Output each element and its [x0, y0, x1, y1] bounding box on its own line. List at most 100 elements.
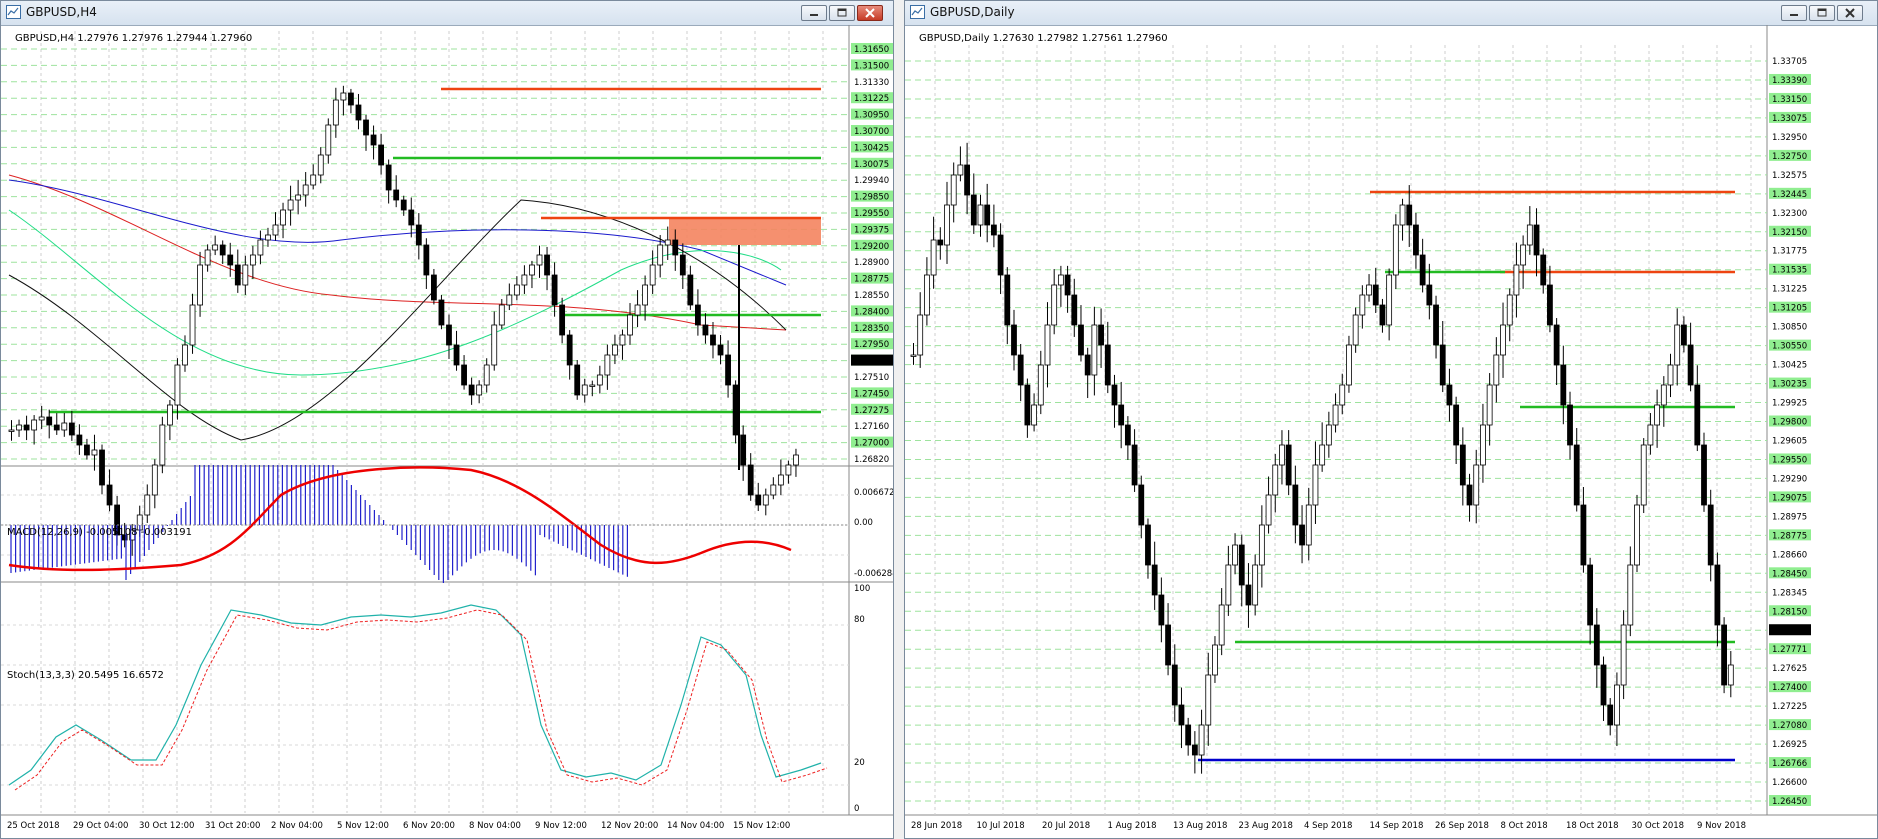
daily-chart-canvas[interactable]: 1.33705 1.33390 1.33150 1.33075 1.32950 1.327… — [905, 25, 1877, 838]
minimize-button[interactable] — [1781, 5, 1807, 21]
candle-body — [1111, 384, 1118, 406]
candle-body — [159, 424, 166, 466]
price-label: 1.30550 — [1772, 342, 1807, 352]
daily-chart-window[interactable]: GBPUSD,Daily 1.33705 1.33390 1.33150 1.3307… — [904, 0, 1878, 839]
candle-body — [182, 344, 188, 366]
candle-body — [649, 264, 656, 286]
price-label: 1.33390 — [1772, 76, 1807, 86]
candle-body — [521, 274, 528, 286]
candle-body — [1701, 444, 1707, 506]
candle-body — [1386, 274, 1393, 326]
candle-body — [717, 344, 724, 356]
candle-body — [257, 239, 264, 256]
candle-body — [679, 254, 686, 276]
price-label: 1.31330 — [854, 78, 889, 88]
time-label: 30 Oct 2018 — [1632, 821, 1685, 831]
candle-body — [61, 422, 68, 431]
candle-body — [1687, 344, 1694, 386]
candle-body — [1359, 294, 1366, 316]
candle-body — [272, 224, 279, 236]
stoch-header: Stoch(13,3,3) 20.5495 16.6572 — [7, 670, 164, 681]
candle-body — [1098, 324, 1104, 346]
macd-panel: 0.006672 0.00 -0.006284 — [1, 465, 893, 583]
price-label: 1.30425 — [1772, 361, 1807, 371]
time-label: 14 Sep 2018 — [1370, 821, 1424, 831]
price-label: 1.26925 — [1772, 740, 1807, 750]
price-label: 1.32575 — [1772, 171, 1807, 181]
window-title: GBPUSD,H4 — [26, 5, 97, 19]
candle-body — [1600, 664, 1607, 706]
candle-body — [604, 354, 611, 376]
title-bar[interactable]: GBPUSD,H4 — [1, 1, 893, 26]
candle-body — [762, 494, 769, 506]
price-label: 1.28660 — [1772, 550, 1807, 560]
price-label: 1.28450 — [1772, 569, 1807, 579]
time-label: 9 Nov 2018 — [1697, 821, 1746, 831]
close-button[interactable] — [857, 5, 883, 21]
candle-body — [740, 434, 747, 466]
minimize-button[interactable] — [801, 5, 827, 21]
candle-body — [1091, 324, 1098, 376]
candle-body — [1593, 624, 1600, 666]
time-label: 4 Sep 2018 — [1304, 821, 1352, 831]
candle-body — [1245, 584, 1252, 606]
close-button[interactable] — [1837, 5, 1863, 21]
price-label: 1.32445 — [1772, 190, 1807, 200]
price-label: 1.33075 — [1772, 114, 1807, 124]
candle-body — [166, 404, 173, 426]
candle-body — [1218, 604, 1225, 646]
candle-body — [944, 204, 950, 246]
restore-button[interactable] — [1809, 5, 1835, 21]
candle-body — [1071, 294, 1078, 326]
candle-body — [1674, 324, 1681, 366]
time-label: 30 Oct 12:00 — [139, 821, 194, 831]
candle-body — [930, 239, 937, 276]
price-label: 1.29940 — [854, 176, 889, 186]
candle-body — [710, 334, 716, 346]
candle-body — [1533, 224, 1540, 256]
candle-body — [1681, 324, 1687, 346]
price-label: 1.26600 — [1772, 778, 1807, 788]
time-label: 26 Sep 2018 — [1435, 821, 1489, 831]
price-label: 1.30850 — [1772, 323, 1807, 333]
price-label: 1.27771 — [1772, 645, 1807, 655]
close-icon — [1845, 8, 1855, 18]
time-label: 2 Nov 04:00 — [271, 821, 323, 831]
candle-body — [295, 194, 302, 201]
price-label: 1.27000 — [854, 439, 889, 449]
candle-body — [1238, 544, 1245, 586]
price-label: 1.31535 — [1772, 266, 1807, 276]
h4-chart-window[interactable]: GBPUSD,H4 0.006672 0.00 -0.006284 100 80 20 0… — [0, 0, 894, 839]
level-lines — [1198, 190, 1735, 762]
price-label: 1.29850 — [854, 193, 889, 203]
stochastic-panel: 100 80 20 0 — [8, 584, 870, 814]
price-label: 1.29800 — [1772, 418, 1807, 428]
candle-body — [1453, 404, 1460, 446]
candle-body — [1225, 564, 1232, 606]
candle-body — [1392, 224, 1399, 276]
price-label: 1.29200 — [854, 242, 889, 252]
price-label: 1.29605 — [1772, 436, 1807, 446]
candle-body — [1325, 424, 1332, 446]
candle-body — [151, 464, 158, 496]
candle-body — [559, 304, 566, 336]
candle-body — [53, 424, 60, 431]
candle-body — [589, 384, 596, 387]
h4-chart-canvas[interactable]: 0.0066720.00-0.006284 10080200 1.316501.… — [1, 25, 893, 838]
candle-body — [68, 422, 75, 436]
price-label: 1.29550 — [854, 209, 889, 219]
candle-body — [363, 119, 369, 136]
restore-icon — [1817, 8, 1827, 17]
candle-body — [491, 324, 498, 366]
candle-body — [1459, 444, 1466, 486]
candle-body — [1138, 484, 1145, 526]
candle-body — [1667, 364, 1674, 386]
candle-body — [702, 324, 709, 336]
time-label: 31 Oct 20:00 — [205, 821, 260, 831]
candle-body — [1466, 484, 1473, 506]
candle-body — [1185, 724, 1192, 746]
restore-button[interactable] — [829, 5, 855, 21]
price-label: 1.31775 — [1772, 247, 1807, 257]
title-bar[interactable]: GBPUSD,Daily — [905, 1, 1877, 26]
candle-body — [476, 384, 483, 396]
